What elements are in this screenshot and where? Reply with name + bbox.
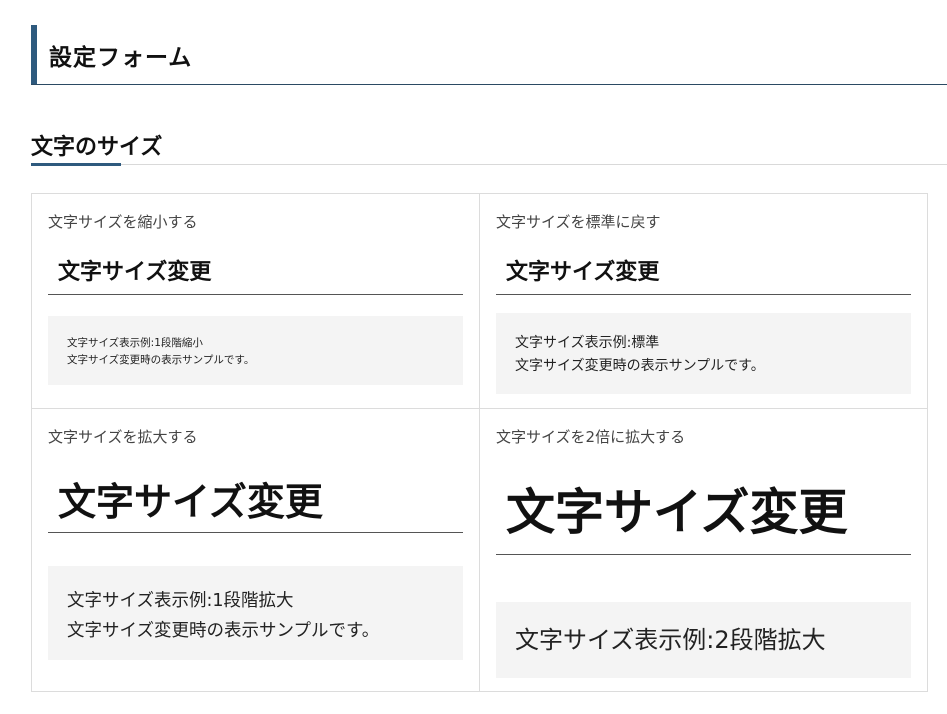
settings-page: 設定フォーム 文字のサイズ 文字サイズを縮小する 文字サイズ変更 文字サイズ表示… [0,0,947,714]
double-preview-line-1: 文字サイズ表示例:2段階拡大 [515,626,826,654]
option-double: 文字サイズを2倍に拡大する 文字サイズ変更 文字サイズ表示例:2段階拡大 [480,409,929,691]
shrink-preview-box: 文字サイズ表示例:1段階縮小 文字サイズ変更時の表示サンプルです。 [48,316,463,385]
section-title: 文字のサイズ [31,135,163,160]
standard-preview-line-2: 文字サイズ変更時の表示サンプルです。 [515,358,765,374]
header-accent-bar [31,25,37,84]
option-standard: 文字サイズを標準に戻す 文字サイズ変更 文字サイズ表示例:標準 文字サイズ変更時… [480,194,929,408]
option-double-label: 文字サイズを2倍に拡大する [496,428,686,446]
shrink-preview-line-1: 文字サイズ表示例:1段階縮小 [67,337,203,349]
section-title-underline [31,163,121,166]
standard-preview-box: 文字サイズ表示例:標準 文字サイズ変更時の表示サンプルです。 [496,313,911,394]
standard-font-button[interactable]: 文字サイズ変更 [496,244,911,295]
enlarge-preview-line-2: 文字サイズ変更時の表示サンプルです。 [67,621,380,641]
double-font-button[interactable]: 文字サイズ変更 [496,459,911,555]
shrink-font-button[interactable]: 文字サイズ変更 [48,244,463,295]
enlarge-preview-line-1: 文字サイズ表示例:1段階拡大 [67,591,294,611]
double-preview-box: 文字サイズ表示例:2段階拡大 [496,602,911,678]
standard-font-button-label: 文字サイズ変更 [506,260,660,285]
shrink-preview-line-2: 文字サイズ変更時の表示サンプルです。 [67,354,255,366]
option-shrink-label: 文字サイズを縮小する [48,213,198,231]
enlarge-font-button-label: 文字サイズ変更 [58,480,323,524]
page-title: 設定フォーム [49,45,193,71]
shrink-font-button-label: 文字サイズ変更 [58,260,212,285]
option-enlarge-label: 文字サイズを拡大する [48,428,198,446]
standard-preview-line-1: 文字サイズ表示例:標準 [515,335,660,351]
section-header: 文字のサイズ [31,125,947,166]
page-header: 設定フォーム [31,25,947,85]
option-enlarge: 文字サイズを拡大する 文字サイズ変更 文字サイズ表示例:1段階拡大 文字サイズ変… [32,409,479,691]
option-standard-label: 文字サイズを標準に戻す [496,213,661,231]
double-font-button-label: 文字サイズ変更 [506,484,848,541]
font-size-options-grid: 文字サイズを縮小する 文字サイズ変更 文字サイズ表示例:1段階縮小 文字サイズ変… [31,193,928,692]
enlarge-preview-box: 文字サイズ表示例:1段階拡大 文字サイズ変更時の表示サンプルです。 [48,566,463,660]
option-shrink: 文字サイズを縮小する 文字サイズ変更 文字サイズ表示例:1段階縮小 文字サイズ変… [32,194,479,408]
enlarge-font-button[interactable]: 文字サイズ変更 [48,459,463,533]
